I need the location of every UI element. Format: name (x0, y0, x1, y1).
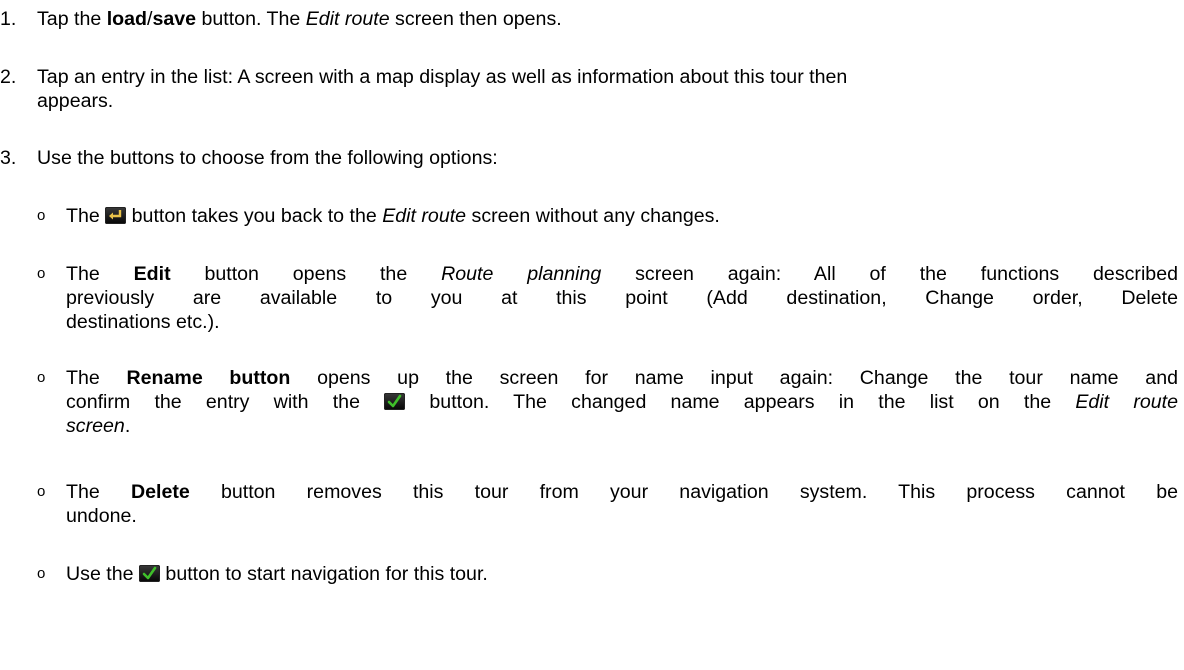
step-text: Tap the load/save button. The Edit route… (37, 8, 562, 30)
edit-route-ref: Edit route (1075, 391, 1178, 413)
edit-label: Edit (133, 263, 171, 285)
step-number: 2. (0, 66, 17, 88)
step-text: Tap an entry in the list: A screen with … (37, 66, 848, 112)
option-text: The Edit button opens the Route planning… (66, 263, 1178, 333)
save-label: save (152, 8, 197, 30)
delete-label: Delete (130, 481, 190, 503)
bullet-mark: o (37, 265, 46, 282)
route-planning-ref: Route planning (441, 263, 602, 285)
step-number: 3. (0, 147, 17, 169)
bullet-mark: o (37, 483, 46, 500)
screen-ref: screen (66, 415, 125, 437)
bullet-mark: o (37, 565, 46, 582)
back-arrow-icon (105, 207, 127, 224)
step-number: 1. (0, 8, 17, 30)
edit-route-ref: Edit route (305, 8, 390, 30)
bullet-mark: o (37, 207, 46, 224)
option-text: The Delete button removes this tour from… (66, 481, 1178, 527)
checkmark-icon (384, 393, 406, 410)
bullet-mark: o (37, 369, 46, 386)
load-label: load (106, 8, 147, 30)
edit-route-ref: Edit route (382, 205, 467, 227)
option-text: The button takes you back to the Edit ro… (66, 205, 720, 227)
option-text: Use the button to start navigation for t… (66, 563, 488, 585)
rename-button-label: Rename button (126, 367, 291, 389)
checkmark-icon (138, 565, 160, 582)
step-text: Use the buttons to choose from the follo… (37, 147, 498, 169)
option-text: The Rename button opens up the screen fo… (66, 367, 1178, 437)
